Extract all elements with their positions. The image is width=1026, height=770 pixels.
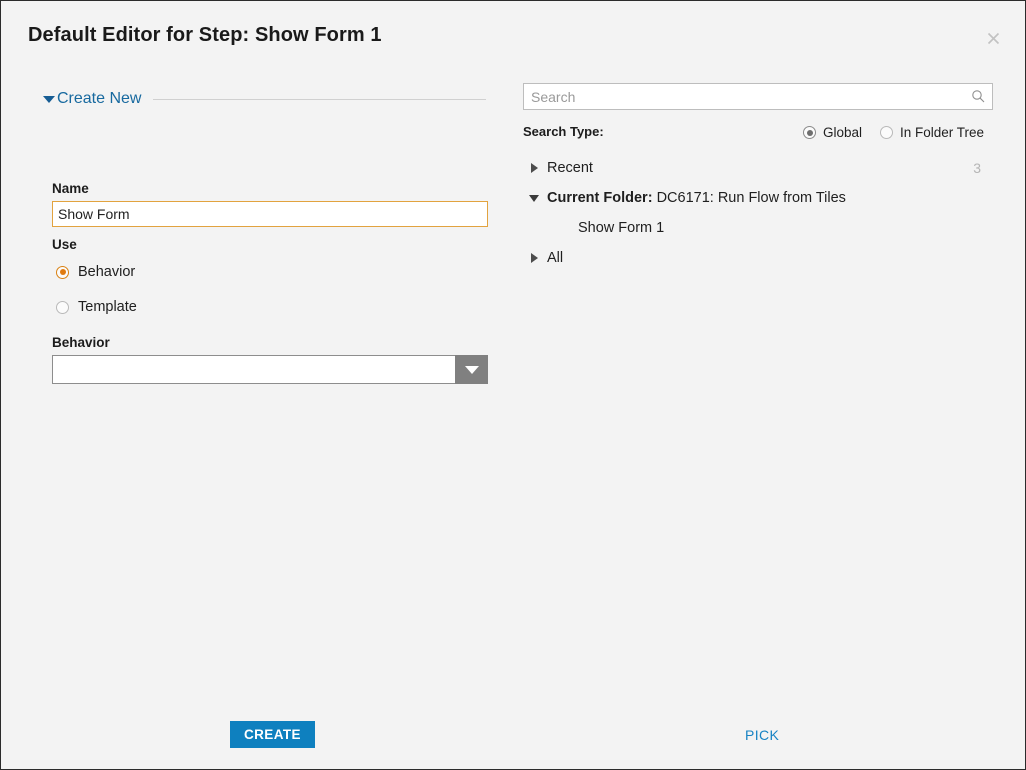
radio-selected-icon[interactable]: [803, 126, 816, 139]
chevron-down-icon[interactable]: [523, 194, 545, 202]
search-type-global-label: Global: [823, 125, 863, 140]
chevron-right-icon[interactable]: [523, 253, 545, 263]
close-icon[interactable]: [981, 26, 1005, 50]
search-icon[interactable]: [971, 89, 985, 103]
dialog-header: Default Editor for Step: Show Form 1: [1, 1, 1025, 58]
use-radio-template[interactable]: Template: [56, 299, 137, 315]
use-label: Use: [52, 237, 77, 252]
search-input[interactable]: [523, 83, 993, 110]
search-pane: Search Type: Global In Folder Tree Recen…: [513, 58, 1025, 709]
create-new-section-title[interactable]: Create New: [57, 90, 141, 108]
tree-item-label: All: [547, 250, 564, 266]
section-divider: [153, 98, 486, 100]
use-radio-template-label: Template: [78, 299, 137, 315]
search-box: [523, 83, 993, 110]
behavior-dropdown-value[interactable]: [52, 355, 455, 384]
dialog-footer: CREATE PICK: [1, 709, 1025, 769]
tree-item-recent[interactable]: Recent 3: [523, 153, 1003, 183]
behavior-dropdown[interactable]: [52, 355, 488, 384]
chevron-right-icon[interactable]: [523, 163, 545, 173]
chevron-down-icon[interactable]: [43, 95, 55, 103]
radio-unselected-icon[interactable]: [880, 126, 893, 139]
tree-item-label: Show Form 1: [578, 220, 665, 236]
search-type-label: Search Type:: [523, 124, 604, 139]
dialog-title: Default Editor for Step: Show Form 1: [28, 24, 382, 46]
default-editor-dialog: Default Editor for Step: Show Form 1 Cre…: [0, 0, 1026, 770]
chevron-down-icon[interactable]: [455, 355, 488, 384]
tree-item-all[interactable]: All: [523, 243, 1003, 273]
tree-item-count: 3: [973, 160, 981, 176]
behavior-label: Behavior: [52, 335, 110, 350]
tree-item-label: Recent: [547, 160, 593, 176]
tree-item-label: Current Folder: DC6171: Run Flow from Ti…: [545, 190, 846, 206]
tree-item-current-folder[interactable]: Current Folder: DC6171: Run Flow from Ti…: [523, 183, 1003, 213]
radio-unselected-icon[interactable]: [56, 300, 69, 314]
radio-selected-icon[interactable]: [56, 265, 69, 279]
search-type-in-folder-tree-label: In Folder Tree: [900, 125, 985, 140]
name-label: Name: [52, 181, 89, 196]
results-tree: Recent 3 Current Folder: DC6171: Run Flo…: [523, 153, 1003, 273]
tree-item-name: DC6171: Run Flow from Tiles: [656, 190, 846, 206]
tree-item-show-form-1[interactable]: Show Form 1: [523, 213, 1003, 243]
use-radio-behavior-label: Behavior: [78, 264, 136, 280]
use-radio-behavior[interactable]: Behavior: [56, 264, 135, 280]
name-input[interactable]: [52, 201, 488, 227]
search-type-radio-in-folder-tree[interactable]: In Folder Tree: [880, 125, 984, 140]
tree-item-prefix: Current Folder:: [547, 190, 653, 206]
search-type-radio-global[interactable]: Global: [803, 125, 862, 140]
create-new-pane: Create New Name Use Behavior Template Be…: [1, 58, 513, 709]
pick-button[interactable]: PICK: [739, 721, 785, 748]
create-new-section-header[interactable]: Create New: [43, 89, 488, 109]
create-button[interactable]: CREATE: [230, 721, 315, 748]
